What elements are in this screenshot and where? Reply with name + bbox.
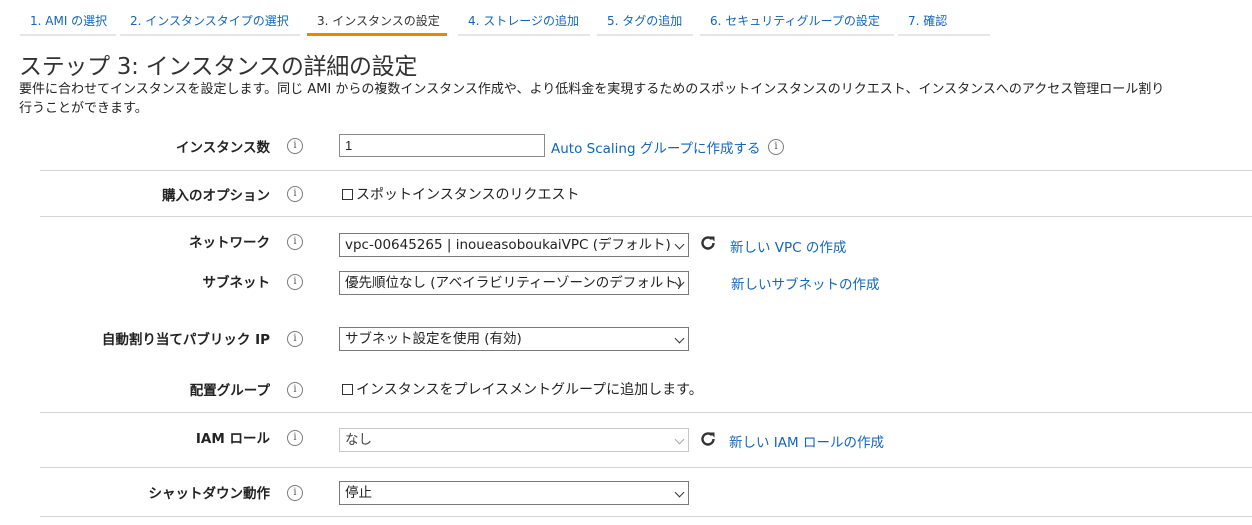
page-description: 要件に合わせてインスタンスを設定します。同じ AMI からの複数インスタンス作成… xyxy=(19,80,1252,118)
divider xyxy=(40,216,1252,217)
auto-scaling-link[interactable]: Auto Scaling グループに作成する xyxy=(551,137,761,157)
placement-group-checkbox[interactable] xyxy=(342,384,353,395)
iam-role-select[interactable]: なし xyxy=(339,428,689,452)
network-selected-value: vpc-00645265 | inoueasoboukaiVPC (デフォルト) xyxy=(345,237,671,253)
purchase-option-label: 購入のオプション xyxy=(162,188,270,204)
instance-count-label: インスタンス数 xyxy=(176,140,270,156)
tab-review[interactable]: 7. 確認 xyxy=(898,10,990,36)
shutdown-behavior-selected-value: 停止 xyxy=(345,485,372,501)
spot-request-label: スポットインスタンスのリクエスト xyxy=(356,187,580,203)
spot-request-option[interactable]: スポットインスタンスのリクエスト xyxy=(342,184,579,204)
iam-role-selected-value: なし xyxy=(345,432,372,448)
create-iam-role-link[interactable]: 新しい IAM ロールの作成 xyxy=(729,431,884,451)
tab-security-group[interactable]: 6. セキュリティグループの設定 xyxy=(700,10,894,36)
network-label: ネットワーク xyxy=(189,235,270,251)
info-icon[interactable] xyxy=(287,138,303,154)
tab-configure-instance[interactable]: 3. インスタンスの設定 xyxy=(307,10,447,36)
divider xyxy=(40,170,1252,171)
info-icon[interactable] xyxy=(768,139,784,155)
auto-public-ip-label: 自動割り当てパブリック IP xyxy=(101,332,270,348)
tab-add-tags[interactable]: 5. タグの追加 xyxy=(597,10,693,36)
info-icon[interactable] xyxy=(287,430,303,446)
refresh-icon[interactable] xyxy=(699,234,717,252)
info-icon[interactable] xyxy=(287,274,303,290)
divider xyxy=(40,516,1252,517)
divider xyxy=(40,412,1252,413)
auto-public-ip-selected-value: サブネット設定を使用 (有効) xyxy=(345,331,522,347)
instance-count-input[interactable]: 1 xyxy=(339,134,545,157)
shutdown-behavior-label: シャットダウン動作 xyxy=(148,486,271,502)
chevron-down-icon xyxy=(674,434,685,445)
description-line-2: 行うことができます。 xyxy=(19,101,148,116)
refresh-icon[interactable] xyxy=(699,430,717,448)
page-title: ステップ 3: インスタンスの詳細の設定 xyxy=(19,54,418,80)
description-line-1: 要件に合わせてインスタンスを設定します。同じ AMI からの複数インスタンス作成… xyxy=(19,82,1165,97)
network-select[interactable]: vpc-00645265 | inoueasoboukaiVPC (デフォルト) xyxy=(339,233,689,257)
placement-group-option[interactable]: インスタンスをプレイスメントグループに追加します。 xyxy=(342,379,703,399)
info-icon[interactable] xyxy=(287,331,303,347)
info-icon[interactable] xyxy=(287,234,303,250)
info-icon[interactable] xyxy=(287,186,303,202)
tab-choose-ami[interactable]: 1. AMI の選択 xyxy=(20,10,116,36)
subnet-select[interactable]: 優先順位なし (アベイラビリティーゾーンのデフォルト) xyxy=(339,271,689,295)
create-vpc-link[interactable]: 新しい VPC の作成 xyxy=(730,236,846,256)
divider xyxy=(40,467,1252,468)
placement-group-label: 配置グループ xyxy=(189,383,270,399)
tab-add-storage[interactable]: 4. ストレージの追加 xyxy=(458,10,590,36)
spot-request-checkbox[interactable] xyxy=(342,189,353,200)
placement-group-checkbox-label: インスタンスをプレイスメントグループに追加します。 xyxy=(356,382,703,398)
auto-public-ip-select[interactable]: サブネット設定を使用 (有効) xyxy=(339,327,689,351)
subnet-selected-value: 優先順位なし (アベイラビリティーゾーンのデフォルト) xyxy=(345,275,683,291)
chevron-down-icon xyxy=(674,487,685,498)
info-icon[interactable] xyxy=(287,485,303,501)
iam-role-label: IAM ロール xyxy=(195,431,270,447)
subnet-label: サブネット xyxy=(202,275,271,291)
wizard-steps: 1. AMI の選択 2. インスタンスタイプの選択 3. インスタンスの設定 … xyxy=(0,0,1252,38)
create-subnet-link[interactable]: 新しいサブネットの作成 xyxy=(731,273,880,293)
shutdown-behavior-select[interactable]: 停止 xyxy=(339,481,689,505)
chevron-down-icon xyxy=(674,239,685,250)
info-icon[interactable] xyxy=(287,382,303,398)
tab-choose-instance-type[interactable]: 2. インスタンスタイプの選択 xyxy=(120,10,300,36)
chevron-down-icon xyxy=(674,333,685,344)
